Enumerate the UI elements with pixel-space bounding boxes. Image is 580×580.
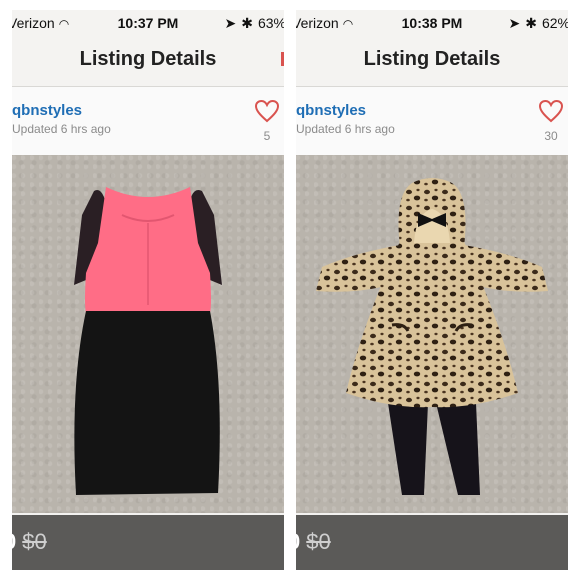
current-price: 0 bbox=[12, 529, 16, 554]
updated-time: Updated 6 hrs ago bbox=[12, 122, 111, 136]
price: 0$0 bbox=[296, 529, 331, 555]
listing-photo[interactable] bbox=[12, 155, 284, 513]
page-title: Listing Details bbox=[79, 48, 217, 70]
nav-bar: Listing Details bbox=[12, 34, 284, 87]
like-count: 5 bbox=[263, 129, 271, 143]
listing-screen-2: Verizon ◠ 10:38 PM ➤ ✱ 62% Listing Details … bbox=[296, 10, 568, 570]
updated-time: Updated 6 hrs ago bbox=[296, 122, 395, 136]
bluetooth-icon: ✱ bbox=[241, 15, 253, 31]
listing-photo[interactable] bbox=[296, 155, 568, 513]
battery-percent: 62% bbox=[541, 15, 568, 31]
listing-screen-1: Verizon ◠ 10:37 PM ➤ ✱ 63% Listing Details … bbox=[12, 10, 284, 570]
original-price: $0 bbox=[22, 529, 47, 554]
like-count: 30 bbox=[544, 129, 558, 143]
seller-username-link[interactable]: qbnstyles bbox=[296, 102, 366, 119]
page-title: Listing Details bbox=[363, 48, 501, 70]
location-icon: ➤ bbox=[224, 15, 237, 31]
status-bar: Verizon ◠ 10:38 PM ➤ ✱ 62% bbox=[296, 10, 568, 34]
heart-icon[interactable] bbox=[254, 99, 280, 123]
seller-username-link[interactable]: qbnstyles bbox=[12, 102, 82, 119]
bluetooth-icon: ✱ bbox=[525, 15, 537, 31]
price-bar: 0$0 bbox=[296, 515, 568, 570]
battery-percent: 63% bbox=[257, 15, 284, 31]
status-right: ➤ ✱ 62% bbox=[504, 15, 569, 32]
leopard-outfit-illustration bbox=[316, 178, 548, 495]
status-bar: Verizon ◠ 10:37 PM ➤ ✱ 63% bbox=[12, 10, 284, 34]
status-right: ➤ ✱ 63% bbox=[220, 15, 285, 32]
current-price: 0 bbox=[296, 529, 300, 554]
original-price: $0 bbox=[306, 529, 331, 554]
location-icon: ➤ bbox=[508, 15, 521, 31]
nav-bar: Listing Details bbox=[296, 34, 568, 87]
dress-illustration bbox=[74, 187, 222, 495]
price-bar: 0$0 bbox=[12, 515, 284, 570]
heart-icon[interactable] bbox=[538, 99, 564, 123]
nav-action-edge[interactable] bbox=[281, 52, 284, 66]
seller-row: qbnstyles Updated 6 hrs ago 30 bbox=[296, 87, 568, 155]
seller-row: qbnstyles Updated 6 hrs ago 5 bbox=[12, 87, 284, 155]
price: 0$0 bbox=[12, 529, 47, 555]
